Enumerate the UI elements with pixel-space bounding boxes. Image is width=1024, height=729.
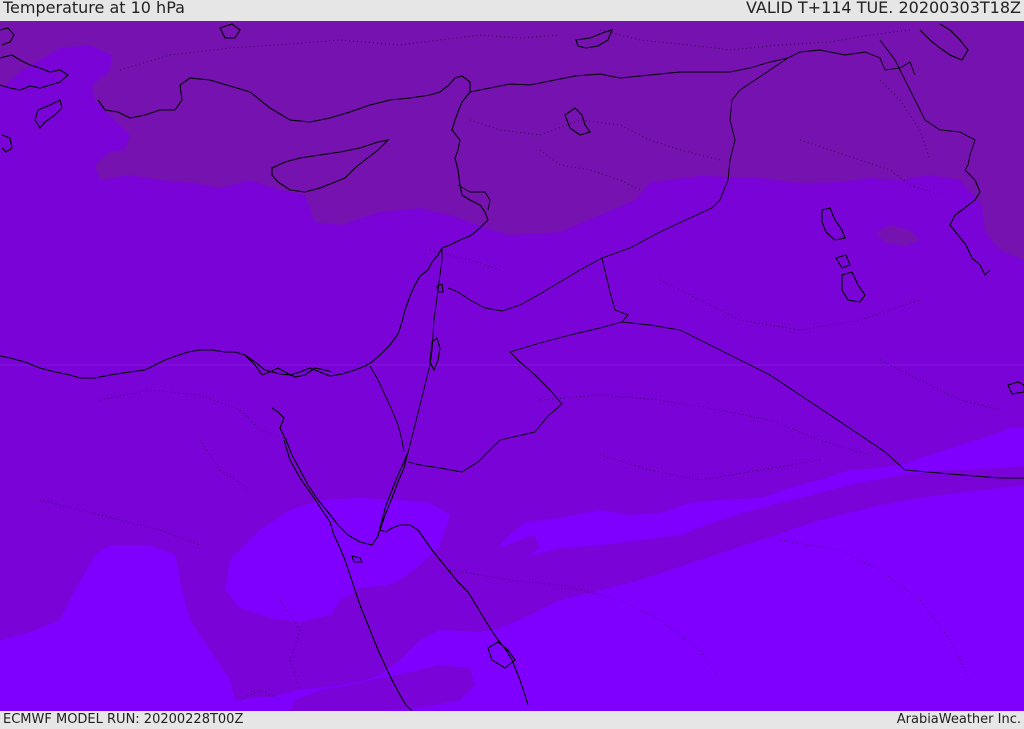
footer-bar: ECMWF MODEL RUN: 20200228T00Z ArabiaWeat…	[0, 711, 1024, 729]
model-run-label: ECMWF MODEL RUN: 20200228T00Z	[3, 712, 244, 727]
valid-time-label: VALID T+114 TUE. 20200303T18Z	[745, 0, 1021, 17]
header-bar: Temperature at 10 hPa VALID T+114 TUE. 2…	[0, 0, 1024, 21]
credit-label: ArabiaWeather Inc.	[896, 712, 1021, 727]
map-canvas	[0, 21, 1024, 711]
weather-map-frame: Temperature at 10 hPa VALID T+114 TUE. 2…	[0, 0, 1024, 729]
map-title: Temperature at 10 hPa	[3, 0, 185, 17]
map-svg	[0, 21, 1024, 711]
